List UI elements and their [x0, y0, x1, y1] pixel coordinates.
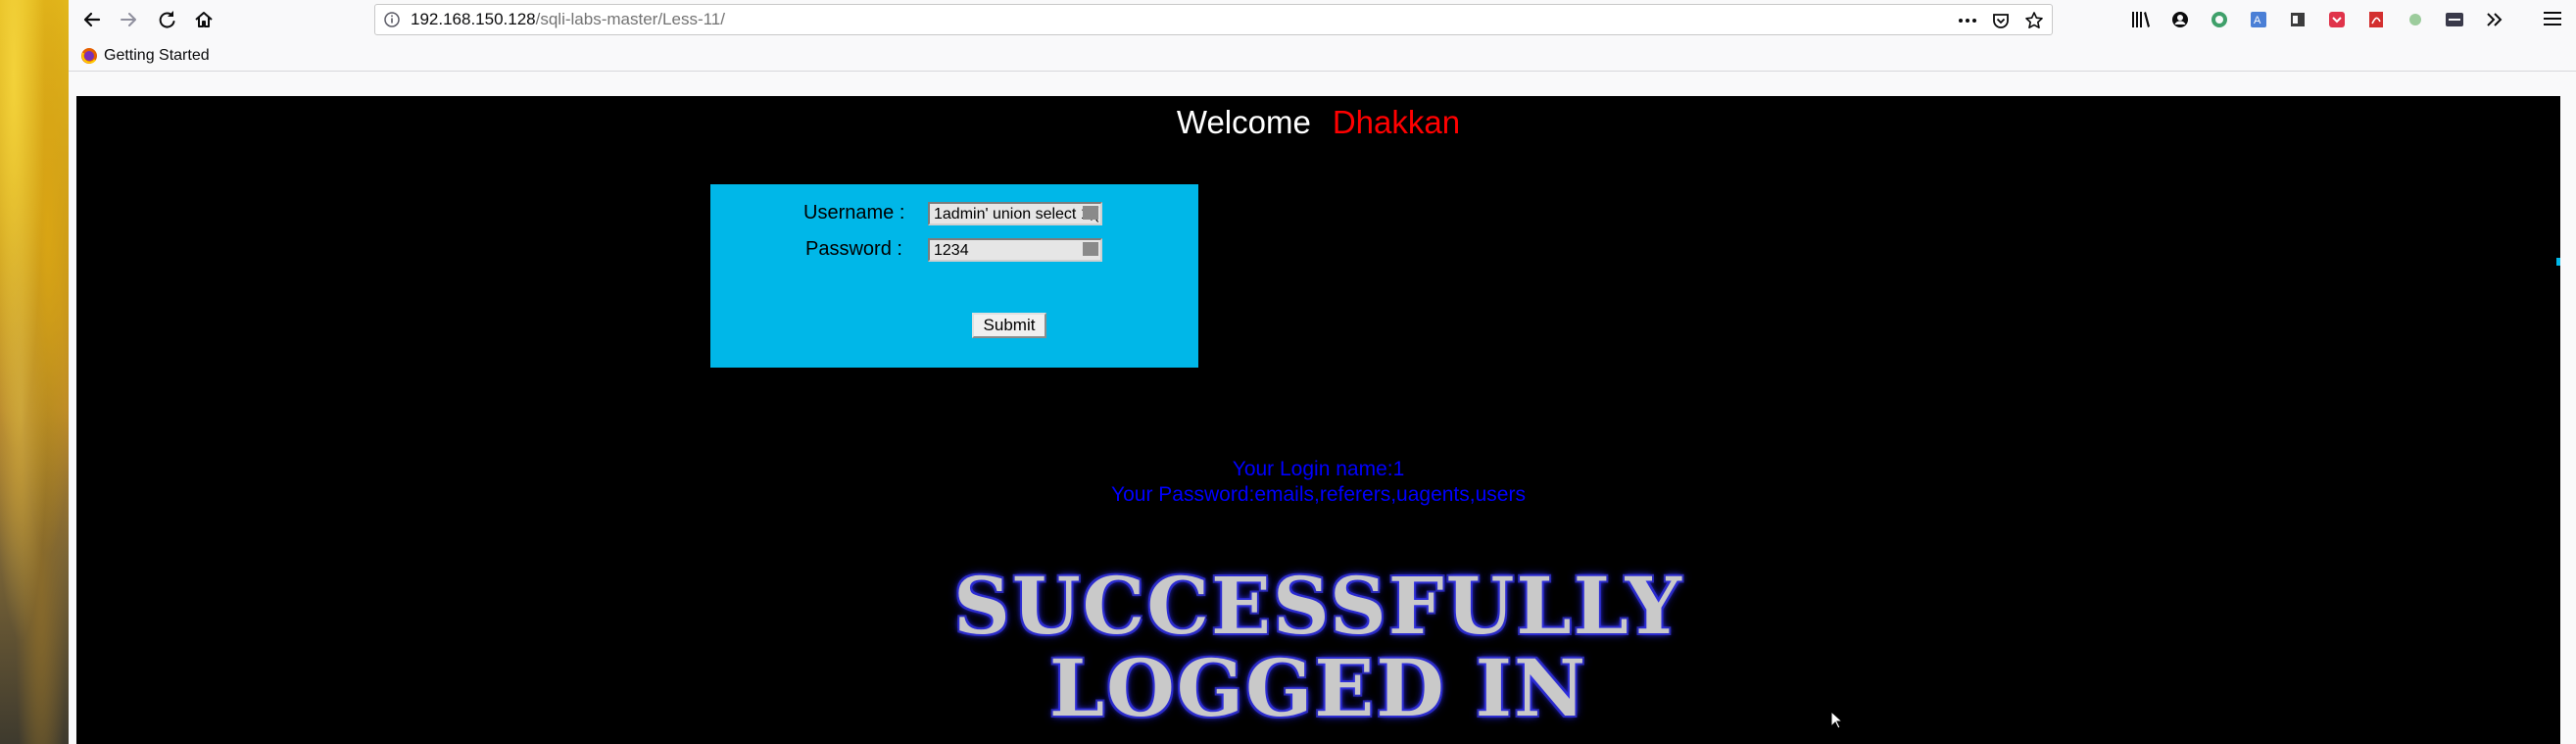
url-text[interactable]: 192.168.150.128/sqli-labs-master/Less-11…	[411, 5, 725, 34]
reload-icon	[159, 11, 175, 28]
browser-window: 192.168.150.128/sqli-labs-master/Less-11…	[69, 0, 2576, 744]
username-label: Username :	[803, 202, 905, 223]
reload-button[interactable]	[151, 4, 182, 35]
pocket-icon[interactable]	[1989, 9, 2013, 32]
home-button[interactable]	[188, 4, 219, 35]
svg-text:A: A	[2254, 15, 2261, 26]
login-form: Username : 1admin' union select 1,( Pass…	[710, 184, 1198, 368]
password-line: Your Password:emails,referers,uagents,us…	[1111, 483, 1526, 506]
firefox-icon	[81, 48, 97, 64]
bookmark-getting-started[interactable]: Getting Started	[80, 46, 210, 66]
username-input[interactable]: 1admin' union select 1,(	[928, 202, 1102, 225]
extension-green-icon[interactable]	[2205, 5, 2234, 34]
submit-button[interactable]: Submit	[972, 313, 1046, 338]
back-icon	[83, 12, 101, 27]
forward-icon	[121, 13, 136, 26]
extension-dot-icon[interactable]	[2401, 5, 2430, 34]
edge-marker	[2556, 258, 2560, 266]
info-icon[interactable]	[383, 11, 401, 28]
page-content: Welcome Dhakkan Username : 1admin' union …	[76, 96, 2560, 744]
bookmarks-toolbar: Getting Started	[69, 41, 2576, 72]
menu-icon[interactable]	[2538, 4, 2567, 33]
password-value: 1234	[934, 242, 969, 259]
pocket-red-icon[interactable]	[2322, 5, 2352, 34]
cursor-icon	[1830, 711, 1844, 729]
reader-icon[interactable]	[2283, 5, 2312, 34]
desktop-wallpaper	[0, 0, 69, 744]
overflow-icon[interactable]	[2479, 5, 2508, 34]
back-button[interactable]	[76, 4, 108, 35]
navigation-toolbar: 192.168.150.128/sqli-labs-master/Less-11…	[69, 0, 2576, 41]
extension-dark-icon[interactable]	[2440, 5, 2469, 34]
login-name-line: Your Login name:1	[1232, 458, 1405, 480]
forward-button[interactable]	[113, 4, 144, 35]
welcome-text: Welcome	[1176, 104, 1311, 140]
toolbar-right-icons: A	[2126, 4, 2508, 35]
success-line-2: LOGGED IN	[1048, 642, 1588, 734]
password-label: Password :	[805, 238, 902, 260]
success-banner: SUCCESSFULLY LOGGED IN	[76, 565, 2560, 729]
translate-icon[interactable]: A	[2244, 5, 2273, 34]
star-icon[interactable]	[2022, 9, 2046, 32]
username-value: 1admin' union select 1,(	[934, 206, 1099, 223]
welcome-heading: Welcome Dhakkan	[76, 104, 2560, 141]
home-icon	[195, 12, 213, 27]
field-icon	[1083, 206, 1098, 220]
login-result: Your Login name:1 Your Password:emails,r…	[76, 457, 2560, 508]
success-line-1: SUCCESSFULLY	[953, 560, 1683, 652]
address-bar[interactable]: 192.168.150.128/sqli-labs-master/Less-11…	[374, 4, 2053, 35]
password-input[interactable]: 1234	[928, 238, 1102, 262]
more-icon[interactable]	[1956, 9, 1979, 32]
account-icon[interactable]	[2165, 5, 2195, 34]
url-path: /sqli-labs-master/Less-11/	[535, 10, 725, 28]
url-host: 192.168.150.128	[411, 10, 536, 28]
field-icon	[1083, 242, 1098, 256]
pdf-icon[interactable]	[2361, 5, 2391, 34]
address-bar-actions	[1956, 9, 2046, 32]
welcome-name: Dhakkan	[1332, 104, 1461, 140]
library-icon[interactable]	[2126, 5, 2156, 34]
bookmark-label: Getting Started	[104, 47, 210, 64]
